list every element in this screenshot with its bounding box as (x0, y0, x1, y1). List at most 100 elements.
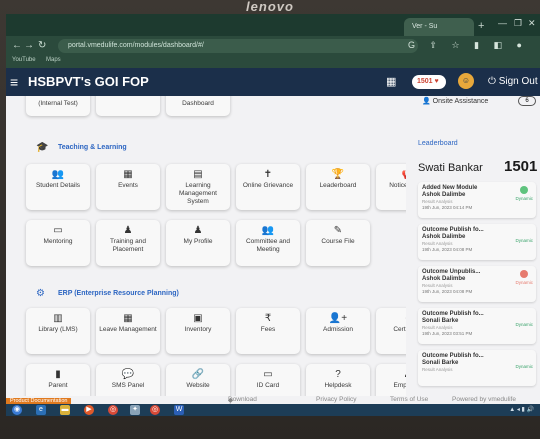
module-card-website[interactable]: 🔗 Website (166, 364, 230, 396)
module-card-events[interactable]: ▦ Events (96, 164, 160, 210)
module-label: Mentoring (43, 238, 73, 245)
activity-entry[interactable]: Added New Module Ashok Dalimbe Result An… (418, 182, 536, 218)
module-card-notice-board[interactable]: 📢 Notice Board (376, 164, 406, 210)
module-label: Notice Board (389, 182, 406, 189)
browser-tab-active[interactable]: Ver - Su (404, 18, 474, 36)
module-card-library[interactable]: ▥ Library (LMS) (26, 308, 90, 354)
module-card-certificate[interactable]: ● Certificate (376, 308, 406, 354)
user-icon: ♟ (193, 225, 203, 236)
module-label: (Internal Test) (38, 100, 78, 107)
module-label: Learning Management System (179, 182, 217, 205)
page-footer: Download App ◆ ◆ Privacy Policy Terms of… (6, 396, 540, 410)
module-label: Helpdesk (324, 382, 352, 389)
book-icon: ▤ (193, 169, 203, 180)
sign-out-label: Sign Out (498, 76, 538, 87)
module-card-training-placement[interactable]: ♟ Training and Placement (96, 220, 160, 266)
app-icon[interactable]: ✦ (130, 405, 140, 415)
avatar[interactable]: ☺ (458, 73, 474, 89)
module-card-student-details[interactable]: 👥 Student Details (26, 164, 90, 210)
onsite-assistance-button[interactable]: 👤 Onsite Assistance (422, 97, 488, 105)
module-card-internal-test[interactable]: (Internal Test) (26, 96, 90, 116)
bookmark-maps[interactable]: Maps (46, 57, 61, 63)
chrome-active-icon[interactable]: ◎ (150, 405, 160, 415)
onsite-count-badge: 6 (518, 96, 536, 106)
cogs-icon: ⚙ (36, 288, 45, 299)
module-card-mentoring[interactable]: ▭ Mentoring (26, 220, 90, 266)
module-card-blank[interactable] (96, 96, 160, 116)
maximize-icon[interactable]: ❐ (514, 18, 522, 29)
module-card-admission[interactable]: 👤+ Admission (306, 308, 370, 354)
privacy-policy-link[interactable]: Privacy Policy (316, 396, 356, 403)
tab-label: Ver - Su (412, 23, 438, 30)
module-card-inventory[interactable]: ▣ Inventory (166, 308, 230, 354)
forward-icon[interactable]: → (24, 40, 34, 51)
folder-icon[interactable]: ▬ (60, 405, 70, 415)
onsite-label: Onsite Assistance (432, 98, 489, 105)
media-player-icon[interactable]: ▶ (84, 405, 94, 415)
section-title-teaching: Teaching & Learning (58, 144, 127, 151)
module-card-helpdesk[interactable]: ? Helpdesk (306, 364, 370, 396)
module-card-leaderboard[interactable]: 🏆 Leaderboard (306, 164, 370, 210)
points-badge[interactable]: 1501 ♥ (412, 75, 446, 89)
entry-title: Added New Module (422, 185, 478, 191)
module-card-lms[interactable]: ▤ Learning Management System (166, 164, 230, 210)
user-tie-icon: ♟ (123, 225, 133, 236)
apps-grid-icon[interactable]: ▦ (386, 75, 396, 88)
module-card-my-profile[interactable]: ♟ My Profile (166, 220, 230, 266)
system-tray[interactable]: ▲ ◂ ▮ 🔊 (509, 406, 534, 413)
app-header: ≡ HSBPVT's GOI FOP ▦ 1501 ♥ ☺ ⏻ Sign Out (6, 68, 540, 96)
chrome-icon[interactable]: ◎ (108, 405, 118, 415)
module-card-employee[interactable]: ♟ Employee (376, 364, 406, 396)
terms-of-use-link[interactable]: Terms of Use (390, 396, 428, 403)
module-label: Inventory (184, 326, 212, 333)
close-icon[interactable]: ✕ (528, 18, 536, 29)
help-icon: ? (335, 369, 341, 380)
activity-entry[interactable]: Outcome Publish fo... Sonali Barke Resul… (418, 308, 536, 344)
status-dot (520, 270, 528, 278)
app-title: HSBPVT's GOI FOP (28, 74, 149, 89)
document-icon: ▮ (55, 369, 61, 380)
module-label: Certificate (393, 326, 406, 333)
points-value: 1501 (417, 78, 433, 85)
entry-date: 19th Jun, 2023 04:08 PM (422, 247, 473, 252)
rupee-icon: ₹ (264, 313, 272, 324)
module-label: Training and Placement (110, 238, 146, 253)
url-input[interactable]: portal.vmedulife.com/modules/dashboard/#… (58, 39, 418, 53)
module-card-committee-meeting[interactable]: 👥 Committee and Meeting (236, 220, 300, 266)
ie-icon[interactable]: e (36, 405, 46, 415)
back-icon[interactable]: ← (12, 40, 22, 51)
start-icon[interactable]: ◉ (12, 405, 22, 415)
module-card-id-card[interactable]: ▭ ID Card (236, 364, 300, 396)
link-icon: 🔗 (191, 369, 205, 380)
library-icon: ▥ (53, 313, 63, 324)
module-label: Student Details (35, 182, 81, 189)
module-card-dashboard[interactable]: Dashboard (166, 96, 230, 116)
module-label: SMS Panel (111, 382, 145, 389)
file-edit-icon: ✎ (333, 225, 343, 236)
word-icon[interactable]: W (174, 405, 184, 415)
user-plus-icon: 👤+ (328, 313, 348, 324)
users-icon: 👥 (51, 169, 65, 180)
hamburger-menu-icon[interactable]: ≡ (10, 74, 18, 90)
entry-tag: Dynamic (515, 280, 533, 285)
minimize-icon[interactable]: — (498, 18, 507, 28)
activity-entry[interactable]: Outcome Publish fo... Sonali Barke Resul… (418, 350, 536, 386)
user-icon: ♟ (376, 369, 406, 380)
bookmark-youtube[interactable]: YouTube (12, 57, 36, 63)
module-card-leave-management[interactable]: ▦ Leave Management (96, 308, 160, 354)
module-card-online-grievance[interactable]: ✝ Online Grievance (236, 164, 300, 210)
module-card-course-file[interactable]: ✎ Course File (306, 220, 370, 266)
module-label: Website (186, 382, 210, 389)
browser-tab-bar: Ver - Su + — ❐ ✕ (6, 14, 540, 36)
module-card-parent[interactable]: ▮ Parent (26, 364, 90, 396)
sign-out-button[interactable]: ⏻ Sign Out (488, 76, 538, 87)
reload-icon[interactable]: ↻ (38, 40, 46, 51)
address-bar-icons[interactable]: G ⇪ ☆ ▮ ◧ ● (408, 40, 528, 51)
activity-entry[interactable]: Outcome Unpublis... Ashok Dalimbe Result… (418, 266, 536, 302)
module-card-sms-panel[interactable]: 💬 SMS Panel (96, 364, 160, 396)
activity-entry[interactable]: Outcome Publish fo... Ashok Dalimbe Resu… (418, 224, 536, 260)
entry-title: Outcome Publish fo... (422, 227, 484, 233)
module-card-fees[interactable]: ₹ Fees (236, 308, 300, 354)
monitor-brand: lenovo (246, 0, 294, 14)
powered-by-link[interactable]: Powered by vmedulife (452, 396, 516, 403)
